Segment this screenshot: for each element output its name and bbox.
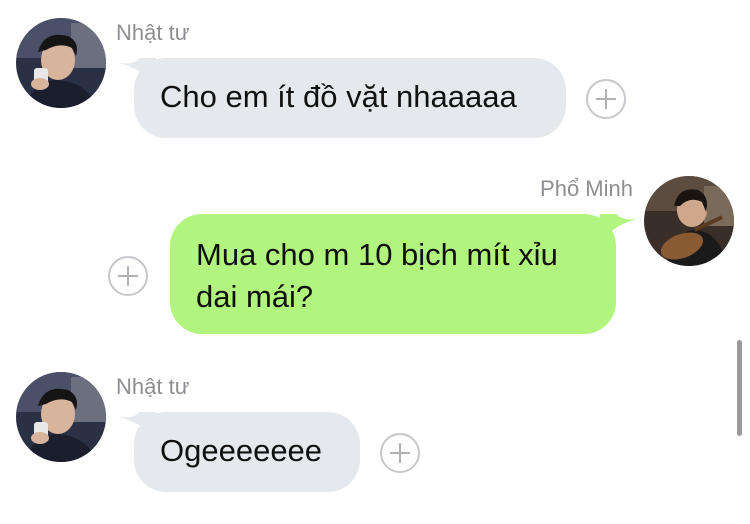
bubble-tail — [600, 214, 640, 244]
sender-avatar[interactable] — [644, 176, 734, 266]
sender-name: Nhật tư — [116, 374, 190, 399]
user-avatar-icon — [644, 176, 734, 266]
sender-avatar[interactable] — [16, 372, 106, 462]
add-reaction-button[interactable] — [380, 433, 420, 473]
sender-name: Phổ Minh — [540, 176, 633, 201]
scrollbar[interactable] — [737, 340, 742, 436]
sender-name: Nhật tư — [116, 20, 190, 45]
message-bubble[interactable]: Ogeeeeeee — [134, 412, 360, 492]
message-text: Cho em ít đồ vặt nhaaaaa — [160, 79, 517, 114]
message-text: Mua cho m 10 bịch mít xỉu dai mái? — [196, 237, 558, 314]
message-bubble[interactable]: Cho em ít đồ vặt nhaaaaa — [134, 58, 566, 138]
message-bubble[interactable]: Mua cho m 10 bịch mít xỉu dai mái? — [170, 214, 616, 334]
user-avatar-icon — [16, 372, 106, 462]
sender-avatar[interactable] — [16, 18, 106, 108]
add-reaction-button[interactable] — [108, 256, 148, 296]
user-avatar-icon — [16, 18, 106, 108]
message-text: Ogeeeeeee — [160, 433, 323, 468]
add-reaction-button[interactable] — [586, 79, 626, 119]
